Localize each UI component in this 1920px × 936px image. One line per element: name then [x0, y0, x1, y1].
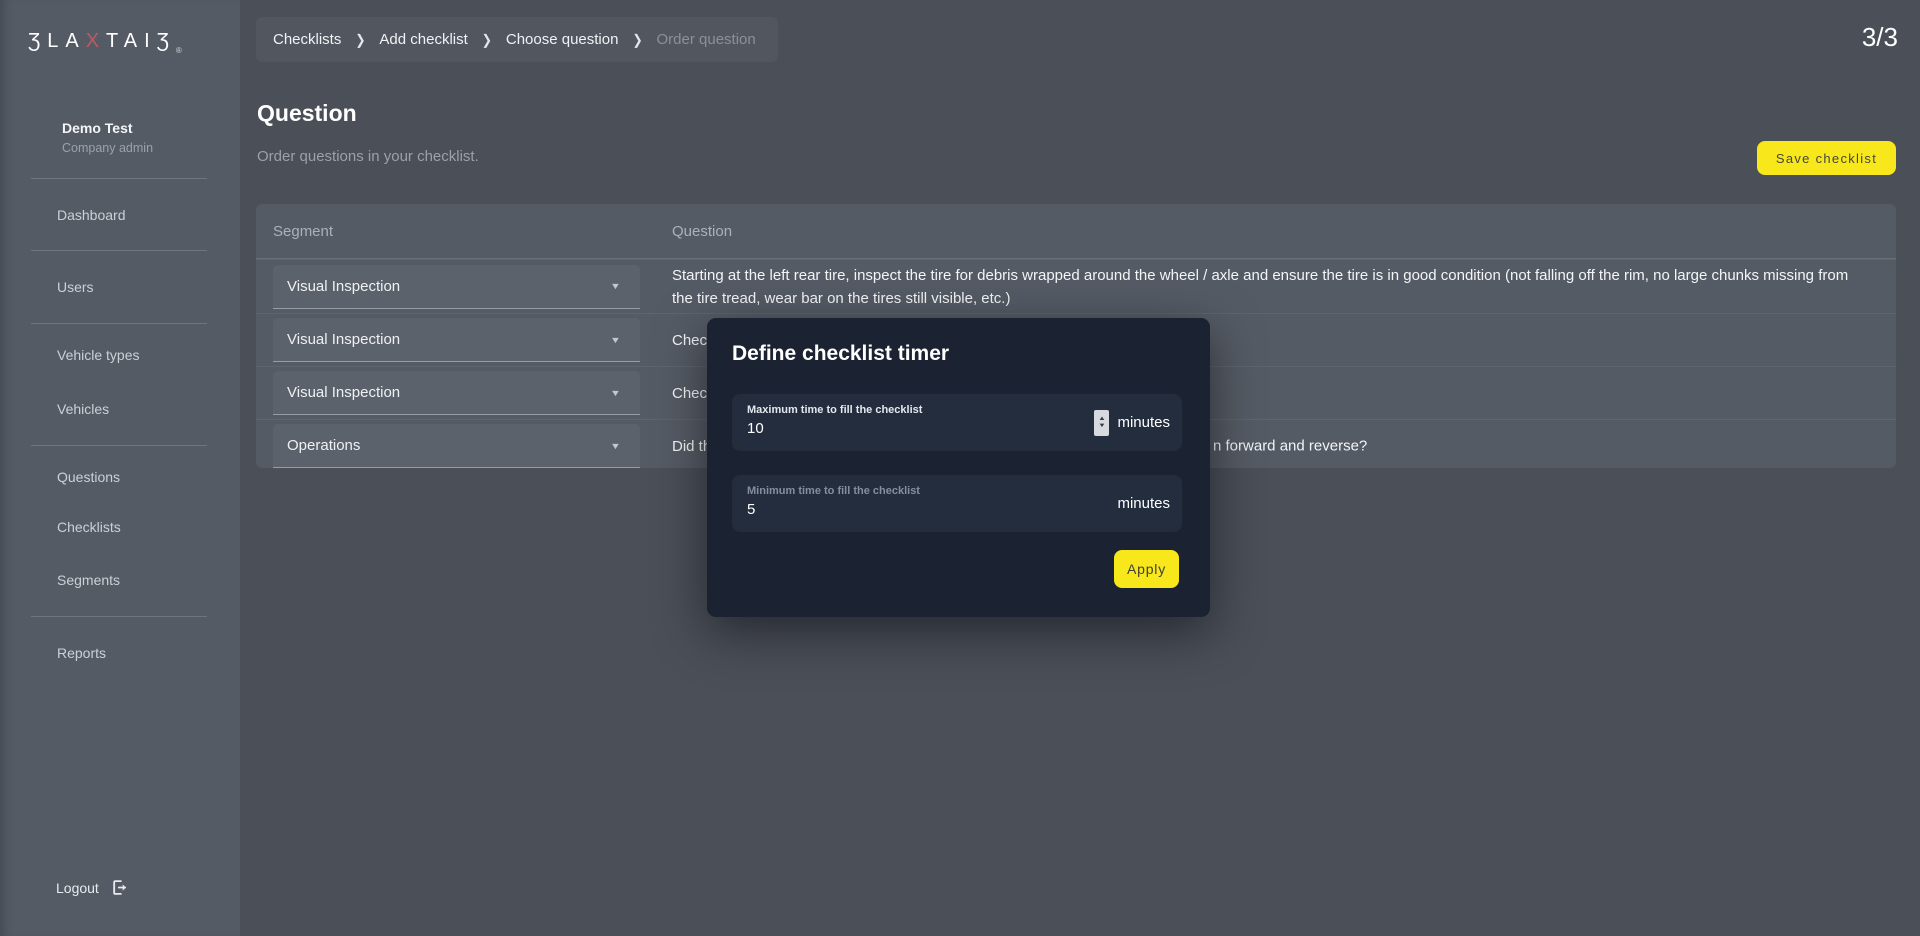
segment-cell: Visual Inspection ▼	[256, 371, 672, 415]
question-text-continued: n forward and reverse?	[1213, 435, 1367, 458]
breadcrumb-choose-question[interactable]: Choose question	[506, 31, 619, 48]
sidebar-item-vehicle-types[interactable]: Vehicle types	[57, 347, 140, 363]
breadcrumb-add-checklist[interactable]: Add checklist	[379, 31, 467, 48]
modal-title: Define checklist timer	[732, 342, 949, 366]
question-text: Starting at the left rear tire, inspect …	[672, 264, 1868, 310]
define-checklist-timer-modal: Define checklist timer Maximum time to f…	[707, 318, 1210, 617]
sidebar-item-users[interactable]: Users	[57, 279, 94, 295]
breadcrumb-order-question: Order question	[657, 31, 756, 48]
logout-label: Logout	[56, 880, 99, 896]
segment-cell: Visual Inspection ▼	[256, 265, 672, 309]
sidebar-item-dashboard[interactable]: Dashboard	[57, 207, 126, 223]
breadcrumb-checklists[interactable]: Checklists	[273, 31, 341, 48]
max-time-unit-group: ▲ ▼ minutes	[1094, 394, 1170, 451]
segment-select[interactable]: Visual Inspection ▼	[273, 371, 640, 415]
min-time-input[interactable]	[747, 501, 967, 518]
caret-down-icon: ▼	[610, 441, 621, 451]
step-indicator: 3/3	[1862, 22, 1898, 53]
sidebar-divider	[31, 616, 207, 617]
chevron-right-icon: ❯	[355, 31, 365, 47]
unit-label: minutes	[1117, 495, 1170, 512]
segment-select-value: Visual Inspection	[287, 384, 400, 401]
sidebar-item-vehicles[interactable]: Vehicles	[57, 401, 109, 417]
apply-button[interactable]: Apply	[1114, 550, 1179, 588]
segment-select-value: Visual Inspection	[287, 278, 400, 295]
question-text: Did th	[672, 435, 711, 458]
stepper-up-icon[interactable]: ▲	[1098, 416, 1106, 423]
logo-accent-letter: X	[86, 30, 106, 52]
page-subtitle: Order questions in your checklist.	[257, 148, 479, 165]
user-role: Company admin	[62, 141, 153, 155]
max-time-input[interactable]	[747, 420, 967, 437]
segment-select-value: Visual Inspection	[287, 331, 400, 348]
caret-down-icon: ▼	[610, 388, 621, 398]
min-time-field: Minimum time to fill the checklist minut…	[732, 475, 1182, 532]
chevron-right-icon: ❯	[632, 31, 642, 47]
user-name: Demo Test	[62, 120, 133, 136]
sidebar-item-segments[interactable]: Segments	[57, 572, 120, 588]
app-screen: ƷLAXTAIƷ® Demo Test Company admin Dashbo…	[0, 0, 1920, 936]
number-stepper[interactable]: ▲ ▼	[1094, 410, 1109, 436]
blaxtair-logo: ƷLAXTAIƷ®	[28, 30, 182, 55]
segment-cell: Visual Inspection ▼	[256, 318, 672, 362]
segment-cell: Operations ▼	[256, 424, 672, 468]
logo-text: ƷLA	[28, 30, 86, 52]
segment-select-value: Operations	[287, 437, 360, 454]
unit-label: minutes	[1117, 414, 1170, 431]
registered-mark: ®	[176, 46, 182, 55]
sidebar-divider	[31, 250, 207, 251]
table-row[interactable]: Visual Inspection ▼ Starting at the left…	[256, 259, 1896, 313]
column-header-segment: Segment	[256, 223, 672, 240]
logo-text: TAI	[106, 30, 157, 52]
sidebar-item-questions[interactable]: Questions	[57, 469, 120, 485]
sidebar-divider	[31, 323, 207, 324]
breadcrumb: Checklists ❯ Add checklist ❯ Choose ques…	[256, 17, 778, 62]
table-header-row: Segment Question	[256, 204, 1896, 259]
caret-down-icon: ▼	[610, 281, 621, 291]
segment-select[interactable]: Operations ▼	[273, 424, 640, 468]
sidebar-divider	[31, 445, 207, 446]
sidebar-divider	[31, 178, 207, 179]
column-header-question: Question	[672, 223, 1896, 240]
logo-text: Ʒ	[157, 30, 176, 52]
segment-select[interactable]: Visual Inspection ▼	[273, 318, 640, 362]
save-checklist-button[interactable]: Save checklist	[1757, 141, 1896, 175]
min-time-label: Minimum time to fill the checklist	[747, 485, 920, 497]
caret-down-icon: ▼	[610, 335, 621, 345]
max-time-label: Maximum time to fill the checklist	[747, 404, 922, 416]
max-time-field: Maximum time to fill the checklist ▲ ▼ m…	[732, 394, 1182, 451]
page-title: Question	[257, 100, 357, 127]
logout-icon	[111, 879, 128, 896]
min-time-unit-group: minutes	[1117, 475, 1170, 532]
sidebar: ƷLAXTAIƷ® Demo Test Company admin Dashbo…	[0, 0, 240, 936]
logout-button[interactable]: Logout	[56, 879, 128, 896]
question-text: Chec	[672, 382, 707, 405]
question-text: Chec	[672, 329, 707, 352]
sidebar-item-checklists[interactable]: Checklists	[57, 519, 121, 535]
stepper-down-icon[interactable]: ▼	[1098, 423, 1106, 430]
chevron-right-icon: ❯	[482, 31, 492, 47]
sidebar-item-reports[interactable]: Reports	[57, 645, 106, 661]
segment-select[interactable]: Visual Inspection ▼	[273, 265, 640, 309]
question-cell: Starting at the left rear tire, inspect …	[672, 260, 1896, 313]
